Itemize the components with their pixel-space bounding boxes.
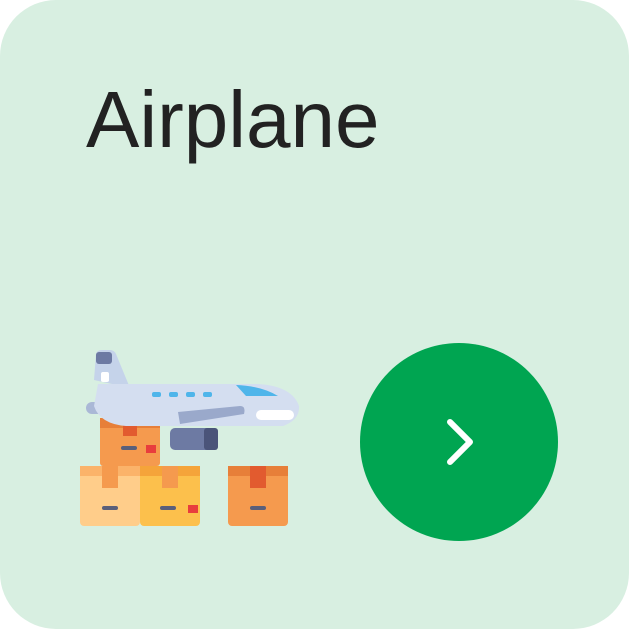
next-button[interactable]: [360, 343, 558, 541]
cargo-box-left: [80, 466, 140, 526]
chevron-right-icon: [447, 419, 473, 465]
airplane-cargo-icon: [78, 340, 310, 535]
cargo-box-middle: [140, 466, 200, 526]
card-title: Airplane: [86, 75, 380, 164]
category-card[interactable]: Airplane: [0, 0, 629, 629]
cargo-box-right: [228, 466, 288, 526]
